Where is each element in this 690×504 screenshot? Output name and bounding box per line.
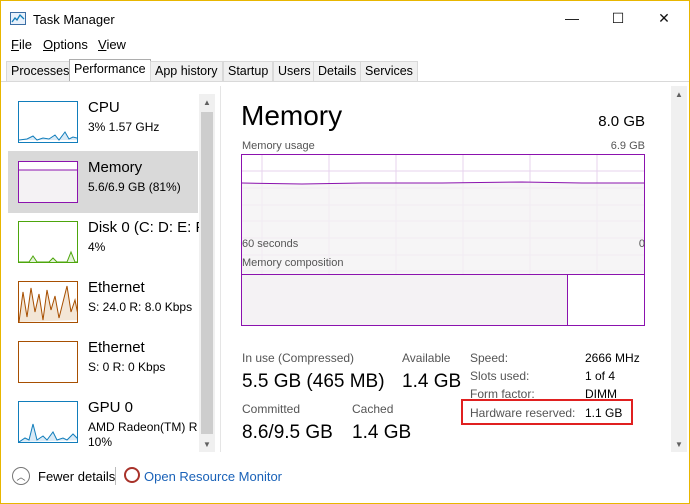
- sidebar-sub-ethernet-1: S: 24.0 R: 8.0 Kbps: [88, 300, 193, 314]
- sidebar-sub2-gpu: 10%: [88, 435, 113, 449]
- tab-processes[interactable]: Processes: [6, 61, 75, 81]
- resource-monitor-icon[interactable]: [124, 467, 140, 483]
- memory-thumbnail-graph: [18, 161, 78, 203]
- speed-label: Speed:: [470, 351, 509, 365]
- main-scroll-up-icon[interactable]: ▲: [671, 86, 687, 102]
- page-title: Memory: [241, 100, 343, 131]
- sidebar-item-cpu[interactable]: CPU 3% 1.57 GHz: [8, 91, 198, 153]
- tab-divider: [1, 81, 689, 82]
- memory-detail-panel: Memory 8.0 GB Memory usage 6.9 GB 60 sec…: [221, 86, 669, 452]
- fewer-details-link[interactable]: Fewer details: [38, 469, 115, 484]
- scroll-up-icon[interactable]: ▲: [199, 94, 215, 110]
- memory-usage-label: Memory usage: [242, 140, 315, 152]
- gpu-thumbnail-graph: [18, 401, 78, 443]
- slots-used-label: Slots used:: [470, 369, 530, 383]
- close-button[interactable]: ✕: [641, 1, 687, 35]
- tab-users[interactable]: Users: [273, 61, 316, 81]
- sidebar-sub-cpu: 3% 1.57 GHz: [88, 120, 160, 134]
- minimize-button[interactable]: —: [549, 1, 595, 35]
- footer-separator: [115, 467, 116, 485]
- scroll-down-icon[interactable]: ▼: [199, 436, 215, 452]
- task-manager-icon: [10, 12, 26, 25]
- open-resource-monitor-link[interactable]: Open Resource Monitor: [144, 469, 282, 484]
- menu-options[interactable]: Options: [43, 37, 88, 52]
- cached-value: 1.4 GB: [352, 422, 412, 443]
- total-memory: 8.0 GB: [598, 113, 645, 130]
- sidebar-scrollbar[interactable]: ▲ ▼: [199, 94, 215, 452]
- sidebar-label-ethernet-1: Ethernet: [88, 279, 145, 296]
- footer-bar: ︿ Fewer details Open Resource Monitor: [1, 453, 689, 503]
- speed-value: 2666 MHz: [585, 351, 640, 365]
- tab-services[interactable]: Services: [360, 61, 418, 81]
- chevron-up-icon[interactable]: ︿: [12, 467, 30, 485]
- memory-usage-max: 6.9 GB: [610, 140, 645, 152]
- menu-file[interactable]: File: [11, 37, 32, 52]
- composition-label: Memory composition: [242, 257, 344, 269]
- sidebar-sub-memory: 5.6/6.9 GB (81%): [88, 180, 181, 194]
- composition-in-use-segment: [242, 275, 568, 325]
- sidebar-label-disk: Disk 0 (C: D: E: F: [88, 219, 205, 236]
- tab-app-history[interactable]: App history: [150, 61, 223, 81]
- cached-label: Cached: [352, 402, 394, 416]
- disk-thumbnail-graph: [18, 221, 78, 263]
- sidebar-sub-gpu: AMD Radeon(TM) R: [88, 420, 198, 434]
- committed-label: Committed: [242, 402, 301, 416]
- sidebar-sub-ethernet-2: S: 0 R: 0 Kbps: [88, 360, 166, 374]
- memory-composition-bar: [241, 274, 645, 326]
- in-use-value: 5.5 GB (465 MB): [242, 371, 385, 392]
- hardware-reserved-highlight: [461, 399, 633, 425]
- ethernet-2-thumbnail-graph: [18, 341, 78, 383]
- menu-view[interactable]: View: [98, 37, 126, 52]
- sidebar-label-memory: Memory: [88, 159, 143, 176]
- sidebar-item-ethernet-1[interactable]: Ethernet S: 24.0 R: 8.0 Kbps: [8, 271, 198, 333]
- available-value: 1.4 GB: [402, 371, 462, 392]
- window-title: Task Manager: [33, 12, 115, 27]
- resource-sidebar: CPU 3% 1.57 GHz Memory 5.6/6.9 GB (81%) …: [2, 91, 215, 451]
- title-bar[interactable]: Task Manager — ☐ ✕: [1, 1, 689, 35]
- tab-performance[interactable]: Performance: [69, 59, 151, 82]
- main-scrollbar[interactable]: ▲ ▼: [671, 86, 687, 452]
- maximize-button[interactable]: ☐: [595, 1, 641, 35]
- sidebar-item-ethernet-2[interactable]: Ethernet S: 0 R: 0 Kbps: [8, 331, 198, 393]
- cpu-thumbnail-graph: [18, 101, 78, 143]
- sidebar-item-memory[interactable]: Memory 5.6/6.9 GB (81%): [8, 151, 198, 213]
- ethernet-1-thumbnail-graph: [18, 281, 78, 323]
- sidebar-label-cpu: CPU: [88, 99, 120, 116]
- sidebar-item-gpu[interactable]: GPU 0 AMD Radeon(TM) R 10%: [8, 391, 198, 451]
- task-manager-window: Task Manager — ☐ ✕ File Options View Pro…: [0, 0, 690, 504]
- slots-used-value: 1 of 4: [585, 369, 616, 383]
- sidebar-label-ethernet-2: Ethernet: [88, 339, 145, 356]
- sidebar-label-gpu: GPU 0: [88, 399, 134, 416]
- available-label: Available: [402, 351, 451, 365]
- tab-startup[interactable]: Startup: [223, 61, 274, 81]
- committed-value: 8.6/9.5 GB: [242, 422, 333, 443]
- time-axis-end: 0: [638, 238, 645, 250]
- sidebar-sub-disk: 4%: [88, 240, 106, 254]
- sidebar-scroll-thumb[interactable]: [201, 112, 213, 434]
- sidebar-item-disk[interactable]: Disk 0 (C: D: E: F 4%: [8, 211, 205, 273]
- main-scroll-down-icon[interactable]: ▼: [671, 436, 687, 452]
- time-axis-label: 60 seconds: [242, 238, 299, 250]
- in-use-label: In use (Compressed): [242, 351, 355, 365]
- tab-strip: Processes Performance App history Startu…: [1, 59, 689, 82]
- tab-details[interactable]: Details: [313, 61, 362, 81]
